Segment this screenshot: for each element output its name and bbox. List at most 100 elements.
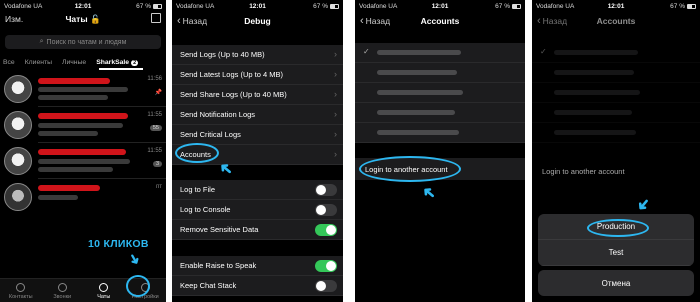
battery-icon [330,3,339,9]
tab-all[interactable]: Все [3,59,15,66]
log-to-file-toggle[interactable] [315,183,337,196]
raise-to-speak-row: Enable Raise to Speak [172,256,343,276]
avatar [4,75,32,103]
search-icon: ⌕ [39,38,44,45]
avatar [4,183,32,211]
account-row[interactable] [355,83,525,103]
redacted-name [38,113,128,119]
navigation-bar: ‹ Назад Accounts [532,12,700,30]
send-share-logs-item[interactable]: Send Share Logs (Up to 40 MB) › [172,85,343,105]
status-bar: Vodafone UA 12:01 67 % [0,0,166,12]
debug-screen: Vodafone UA 12:01 67 % ‹ Назад Debug Send… [172,0,343,302]
account-row[interactable]: ✓ [355,43,525,63]
log-to-file-row: Log to File [172,180,343,200]
checkmark-icon: ✓ [363,47,370,56]
contacts-icon [16,283,26,292]
chevron-right-icon: › [334,149,337,159]
tab-contacts[interactable]: Контакты [0,279,42,302]
chevron-right-icon: › [334,69,337,79]
chevron-left-icon: ‹ [177,14,181,27]
page-title: Чаты 🔓 [65,14,101,24]
arrow-icon: ➜ [418,181,440,204]
back-button[interactable]: ‹ Назад [532,14,567,27]
chevron-left-icon: ‹ [360,14,364,27]
log-to-console-toggle[interactable] [315,203,337,216]
test-option[interactable]: Test [538,240,694,266]
account-row[interactable] [355,123,525,143]
back-button[interactable]: ‹ Назад [172,14,207,27]
chevron-right-icon: › [334,49,337,59]
clicks-annotation: 10 КЛИКОВ [88,238,149,250]
folder-tabs: Все Клиенты Личные SharkSale 2 [3,55,163,69]
pin-icon: 📌 [154,90,162,96]
arrow-icon: ➜ [125,249,145,269]
chat-list-item[interactable]: 11:56 📌 [0,71,166,107]
lock-icon: 🔓 [89,14,101,24]
navigation-bar: ‹ Назад Debug [172,12,343,30]
accounts-list-dimmed: ✓ [532,43,700,143]
redacted-name [38,185,100,191]
highlight-ring [175,143,219,163]
battery-icon [153,3,162,9]
unread-count: 55 [149,125,162,131]
highlight-ring [126,275,150,297]
keep-chat-stack-toggle[interactable] [315,279,337,292]
active-tab-indicator [99,68,143,70]
status-time: 12:01 [74,2,92,10]
chevron-right-icon: › [334,89,337,99]
highlight-ring [359,156,461,182]
keep-chat-stack-row: Keep Chat Stack [172,276,343,296]
redacted-name [38,149,126,155]
send-notification-logs-item[interactable]: Send Notification Logs › [172,105,343,125]
phone-icon [57,283,67,292]
status-bar: Vodafone UA 12:01 67 % [532,0,700,12]
tab-chats[interactable]: Чаты [83,279,125,302]
chat-toggles-group: Enable Raise to Speak Keep Chat Stack [172,256,343,296]
chats-screen: Vodafone UA 12:01 67 % Изм. Чаты 🔓 ⌕ Поис… [0,0,166,302]
battery-icon [512,3,521,9]
tab-calls[interactable]: Звонки [42,279,84,302]
chat-list-item[interactable]: 11:55 55 [0,107,166,143]
chat-time: 11:56 [147,76,162,82]
send-latest-logs-item[interactable]: Send Latest Logs (Up to 4 MB) › [172,65,343,85]
remove-sensitive-data-row: Remove Sensitive Data [172,220,343,240]
chevron-left-icon: ‹ [537,14,541,27]
accounts-list: ✓ [355,43,525,143]
redacted-name [38,78,110,84]
send-critical-logs-item[interactable]: Send Critical Logs › [172,125,343,145]
back-button[interactable]: ‹ Назад [355,14,390,27]
log-to-console-row: Log to Console [172,200,343,220]
chat-list-item[interactable]: пт [0,179,166,215]
search-input[interactable]: ⌕ Поиск по чатам и людям [5,35,161,49]
chevron-right-icon: › [334,109,337,119]
chat-bubble-icon [99,283,109,292]
raise-to-speak-toggle[interactable] [315,259,337,272]
avatar [4,111,32,139]
tab-sharksale[interactable]: SharkSale 2 [96,59,139,66]
chat-list-item[interactable]: 11:55 3 [0,143,166,179]
avatar [4,147,32,175]
arrow-icon: ➜ [632,193,654,215]
status-bar: Vodafone UA 12:01 67 % [355,0,525,12]
battery-icon [687,3,696,9]
checkmark-icon: ✓ [540,47,547,56]
tab-clients[interactable]: Клиенты [25,59,52,66]
chat-time: 11:55 [147,112,162,118]
tab-personal[interactable]: Личные [62,59,86,66]
compose-icon[interactable] [151,13,161,23]
cancel-button[interactable]: Отмена [538,270,694,296]
send-logs-item[interactable]: Send Logs (Up to 40 MB) › [172,45,343,65]
chevron-right-icon: › [334,129,337,139]
unread-badge: 2 [131,59,139,66]
logging-toggles-group: Log to File Log to Console Remove Sensit… [172,180,343,240]
account-row[interactable] [355,63,525,83]
remove-sensitive-data-toggle[interactable] [315,223,337,236]
chat-time: пт [156,184,162,190]
navigation-bar: ‹ Назад Accounts [355,12,525,30]
account-row[interactable] [355,103,525,123]
highlight-ring [587,219,649,237]
chat-time: 11:55 [147,148,162,154]
accounts-screen: Vodafone UA 12:01 67 % ‹ Назад Accounts ✓… [355,0,525,302]
unread-count: 3 [152,161,162,167]
status-bar: Vodafone UA 12:01 67 % [172,0,343,12]
